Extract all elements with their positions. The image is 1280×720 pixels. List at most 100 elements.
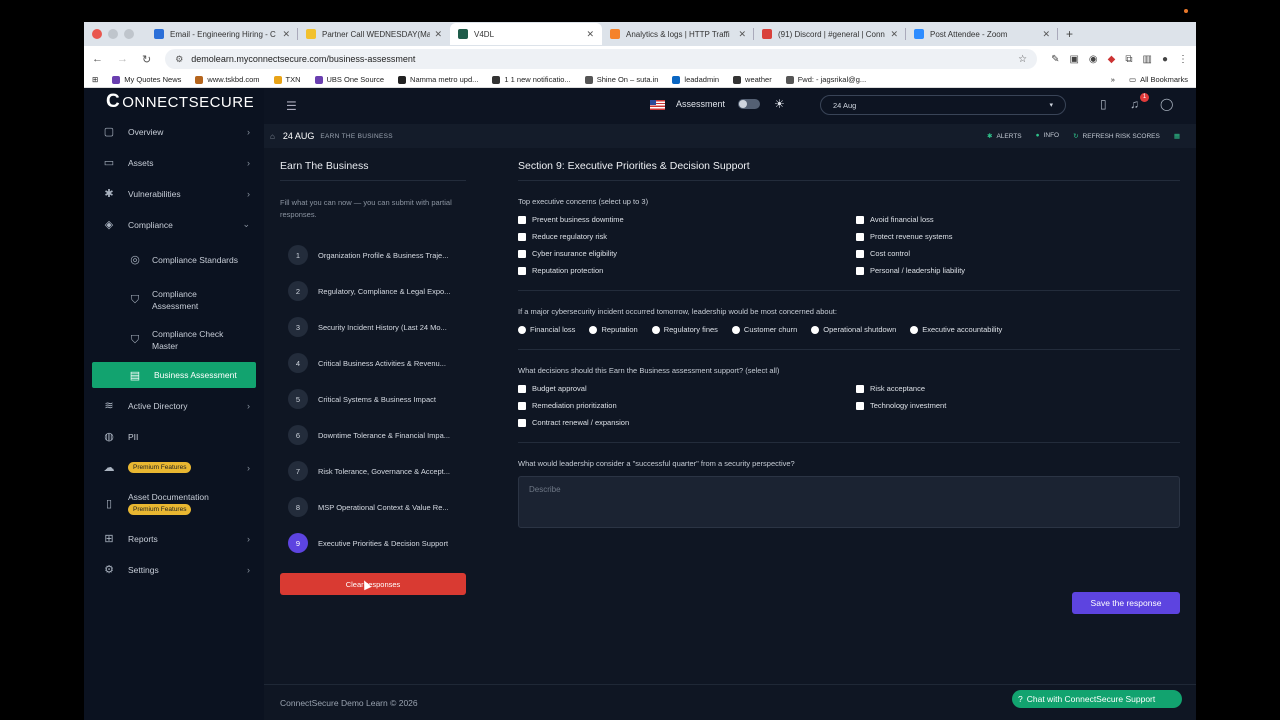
bell-icon[interactable]: ♫ xyxy=(1130,97,1139,111)
forward-icon[interactable]: → xyxy=(117,53,128,65)
bookmark-item[interactable]: leadadmin xyxy=(672,75,719,84)
all-bookmarks-folder[interactable]: ▭ All Bookmarks xyxy=(1129,75,1188,84)
apps-grid-icon[interactable]: ⊞ xyxy=(92,75,98,84)
tab-close-icon[interactable]: ✕ xyxy=(890,29,898,40)
checkbox-option[interactable]: Risk acceptance xyxy=(856,383,1180,394)
step-item[interactable]: 8 MSP Operational Context & Value Re... xyxy=(280,489,466,525)
sidebar-item-asset-documentation[interactable]: ▯ Asset Documentation Premium Features xyxy=(84,483,264,523)
step-item[interactable]: 4 Critical Business Activities & Revenu..… xyxy=(280,345,466,381)
browser-tab[interactable]: Partner Call WEDNESDAY(Ma ✕ xyxy=(298,23,450,45)
tab-close-icon[interactable]: ✕ xyxy=(586,29,594,40)
step-item[interactable]: 5 Critical Systems & Business Impact xyxy=(280,381,466,417)
radio-option[interactable]: Customer churn xyxy=(731,324,797,335)
reload-icon[interactable]: ↻ xyxy=(142,53,151,66)
successful-quarter-textarea[interactable]: Describe xyxy=(518,476,1180,528)
date-select[interactable]: 24 Aug ▾ xyxy=(820,95,1066,115)
browser-tab[interactable]: V4DL ✕ xyxy=(450,23,602,45)
sidebar-item[interactable]: ◎ Compliance Standards xyxy=(84,240,264,280)
radio-option[interactable]: Regulatory fines xyxy=(651,324,718,335)
hamburger-menu-icon[interactable]: ☰ xyxy=(286,99,297,113)
bookmark-item[interactable]: TXN xyxy=(273,75,301,84)
checkbox-option[interactable]: Personal / leadership liability xyxy=(856,265,1180,276)
checkbox-option[interactable]: Budget approval xyxy=(518,383,856,394)
sidebar-item-business-assessment[interactable]: ▤ Business Assessment xyxy=(92,362,256,388)
radio-button[interactable] xyxy=(651,325,660,334)
step-item[interactable]: 6 Downtime Tolerance & Financial Impa... xyxy=(280,417,466,453)
checkbox[interactable] xyxy=(518,418,526,427)
sidebar-item[interactable]: ≋ Active Directory › xyxy=(84,390,264,421)
info-link[interactable]: ● INFO xyxy=(1036,132,1059,140)
checkbox[interactable] xyxy=(856,215,864,224)
radio-button[interactable] xyxy=(910,325,919,334)
browser-tab[interactable]: Email - Engineering Hiring - C ✕ xyxy=(146,23,298,45)
bookmark-item[interactable]: weather xyxy=(733,75,772,84)
bookmark-item[interactable]: www.tskbd.com xyxy=(195,75,260,84)
radio-button[interactable] xyxy=(811,325,820,334)
close-window-button[interactable] xyxy=(92,29,102,39)
sidebar-item[interactable]: ✱ Vulnerabilities › xyxy=(84,178,264,209)
radio-option[interactable]: Operational shutdown xyxy=(811,324,896,335)
step-item[interactable]: 3 Security Incident History (Last 24 Mo..… xyxy=(280,309,466,345)
browser-tab[interactable]: Post Attendee - Zoom ✕ xyxy=(906,23,1058,45)
sidebar-item[interactable]: ▭ Assets › xyxy=(84,147,264,178)
pen-extension-icon[interactable]: ✎ xyxy=(1051,54,1059,65)
checkbox[interactable] xyxy=(856,249,864,258)
checkbox[interactable] xyxy=(856,232,864,241)
checkbox-option[interactable]: Cyber insurance eligibility xyxy=(518,248,856,259)
checkbox-option[interactable]: Protect revenue systems xyxy=(856,231,1180,242)
refresh-risk-scores-link[interactable]: ↻ REFRESH RISK SCORES xyxy=(1073,132,1160,140)
tab-close-icon[interactable]: ✕ xyxy=(434,29,442,40)
step-item[interactable]: 9 Executive Priorities & Decision Support xyxy=(280,525,466,561)
sidepanel-icon[interactable]: ▥ xyxy=(1143,54,1152,65)
checkbox-option[interactable]: Reduce regulatory risk xyxy=(518,231,856,242)
us-flag-icon[interactable] xyxy=(650,100,665,110)
radio-button[interactable] xyxy=(518,325,526,334)
checkbox[interactable] xyxy=(856,401,864,410)
url-field[interactable]: ⚙ demolearn.myconnectsecure.com/business… xyxy=(165,49,1038,69)
checkbox-option[interactable]: Cost control xyxy=(856,248,1180,259)
bookmark-star-icon[interactable]: ☆ xyxy=(1018,54,1027,65)
checkbox[interactable] xyxy=(518,232,526,241)
clear-responses-button[interactable]: Clear responses xyxy=(280,573,466,595)
checkbox[interactable] xyxy=(518,266,526,275)
minimize-window-button[interactable] xyxy=(108,29,118,39)
browser-tab[interactable]: (91) Discord | #general | Conn ✕ xyxy=(754,23,906,45)
tab-close-icon[interactable]: ✕ xyxy=(282,29,290,40)
bookmark-icon[interactable]: ▯ xyxy=(1100,97,1107,111)
chat-support-button[interactable]: ? Chat with ConnectSecure Support xyxy=(1012,690,1182,708)
checkbox[interactable] xyxy=(856,384,864,393)
checkbox[interactable] xyxy=(518,384,526,393)
bookmarks-overflow-icon[interactable]: » xyxy=(1111,75,1115,84)
sidebar-item[interactable]: ▢ Overview › xyxy=(84,116,264,147)
checkbox-option[interactable]: Prevent business downtime xyxy=(518,214,856,225)
checkbox-option[interactable]: Contract renewal / expansion xyxy=(518,417,856,428)
shield-extension-icon[interactable]: ◆ xyxy=(1108,54,1116,65)
checkbox-option[interactable]: Reputation protection xyxy=(518,265,856,276)
checkbox-option[interactable]: Avoid financial loss xyxy=(856,214,1180,225)
checkbox[interactable] xyxy=(518,401,526,410)
checkbox-option[interactable]: Technology investment xyxy=(856,400,1180,411)
checkbox[interactable] xyxy=(518,249,526,258)
step-item[interactable]: 7 Risk Tolerance, Governance & Accept... xyxy=(280,453,466,489)
bookmark-item[interactable]: Namma metro upd... xyxy=(398,75,478,84)
tab-close-icon[interactable]: ✕ xyxy=(738,29,746,40)
bookmark-item[interactable]: My Quotes News xyxy=(112,75,181,84)
sidebar-item[interactable]: ◈ Compliance ⌄ xyxy=(84,209,264,240)
user-account-icon[interactable]: ◯ xyxy=(1160,97,1173,111)
menu-kebab-icon[interactable]: ⋮ xyxy=(1178,54,1188,65)
extension-icon[interactable]: ▣ xyxy=(1069,54,1078,65)
sidebar-item[interactable]: ◍ PII xyxy=(84,421,264,452)
bookmark-item[interactable]: Fwd: - jagsrikal@g... xyxy=(785,75,866,84)
sidebar-item[interactable]: ⊞ Reports › xyxy=(84,523,264,554)
radio-option[interactable]: Reputation xyxy=(589,324,638,335)
home-icon[interactable]: ⌂ xyxy=(270,132,275,141)
sidebar-item-premium[interactable]: ☁ Premium Features › xyxy=(84,452,264,483)
step-item[interactable]: 2 Regulatory, Compliance & Legal Expo... xyxy=(280,273,466,309)
radio-button[interactable] xyxy=(731,325,740,334)
back-icon[interactable]: ← xyxy=(92,53,103,65)
radio-button[interactable] xyxy=(589,325,598,334)
checkbox[interactable] xyxy=(518,215,526,224)
radio-option[interactable]: Executive accountability xyxy=(910,324,1002,335)
alerts-link[interactable]: ✱ ALERTS xyxy=(987,132,1022,140)
theme-sun-icon[interactable]: ☀ xyxy=(774,97,785,111)
